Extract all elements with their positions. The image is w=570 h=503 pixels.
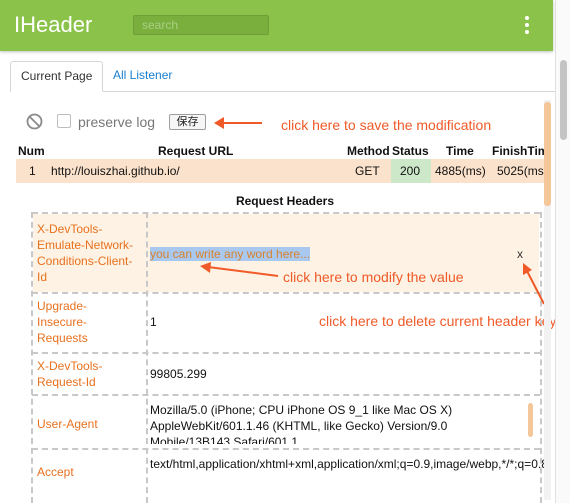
col-request-url: Request URL (158, 144, 234, 158)
preserve-log-label: preserve log (78, 114, 156, 130)
window-scrollbar[interactable] (555, 0, 570, 503)
col-finish-time: FinishTim (492, 144, 549, 158)
save-arrow (214, 117, 262, 129)
header-value[interactable]: text/html,application/xhtml+xml,applicat… (150, 456, 548, 472)
row-finish: 5025(ms (497, 164, 544, 178)
delete-header-button[interactable]: x (517, 247, 523, 261)
header-row: Accept text/html,application/xhtml+xml,a… (32, 450, 548, 503)
header-key: Accept (37, 465, 74, 479)
tab-current-page[interactable]: Current Page (10, 61, 104, 92)
more-vert-icon[interactable] (524, 16, 530, 36)
request-headers-title: Request Headers (235, 194, 335, 208)
header-row: User-Agent Mozilla/5.0 (iPhone; CPU iPho… (32, 396, 540, 450)
row-url: http://louiszhai.github.io/ (51, 164, 180, 178)
row-time: 4885(ms) (435, 164, 486, 178)
header-key: X-DevTools-Emulate-Network-Conditions-Cl… (37, 222, 134, 284)
header-value[interactable]: 99805.299 (150, 366, 207, 382)
header-value[interactable]: Mozilla/5.0 (iPhone; CPU iPhone OS 9_1 l… (150, 402, 515, 444)
header-value[interactable]: 1 (150, 314, 157, 330)
search-input[interactable] (133, 15, 269, 35)
tab-bar: Current Page All Listener (10, 61, 556, 92)
panel-scrollbar[interactable] (544, 100, 551, 500)
row-num: 1 (29, 164, 36, 178)
col-method: Method (347, 144, 390, 158)
extension-panel: IHeader Current Page All Listener preser… (0, 0, 557, 503)
delete-annotation: click here to delete current header key (319, 313, 557, 329)
header-key: User-Agent (37, 417, 98, 431)
row-method: GET (355, 164, 380, 178)
value-scrollbar[interactable] (528, 403, 533, 437)
modify-arrow (200, 262, 279, 277)
header-row: X-DevTools-Request-Id 99805.299 (32, 354, 540, 396)
header-key: X-DevTools-Request-Id (37, 359, 103, 389)
col-time: Time (446, 144, 474, 158)
col-num: Num (18, 144, 45, 158)
tab-all-listener[interactable]: All Listener (103, 61, 182, 90)
save-annotation: click here to save the modification (281, 117, 492, 133)
header-key: Upgrade-Insecure-Requests (37, 299, 88, 345)
scrollbar-thumb[interactable] (560, 60, 567, 140)
row-status: 200 (400, 164, 421, 178)
header-value-input[interactable]: you can write any word here... (150, 247, 311, 261)
col-status: Status (392, 144, 429, 158)
app-header: IHeader (0, 0, 553, 51)
block-icon[interactable] (26, 113, 43, 130)
modify-annotation: click here to modify the value (283, 269, 464, 285)
app-title: IHeader (14, 12, 93, 37)
preserve-log-checkbox[interactable] (57, 114, 71, 128)
scrollbar-thumb[interactable] (544, 102, 551, 206)
save-button[interactable]: 保存 (169, 114, 206, 130)
